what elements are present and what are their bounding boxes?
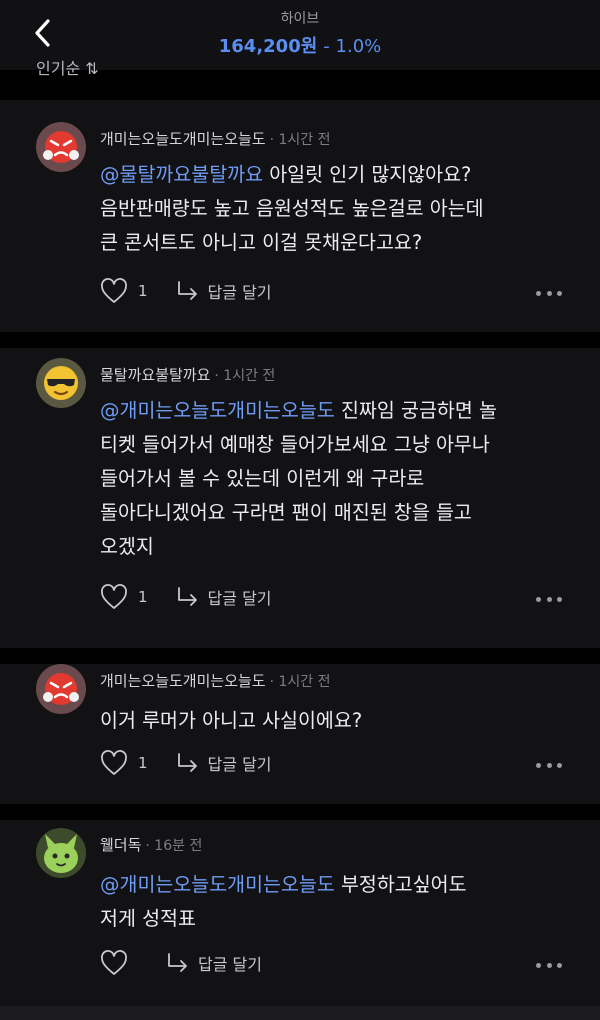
like-button[interactable]: 1 <box>100 750 148 776</box>
reply-button[interactable]: 답글 달기 <box>176 585 272 609</box>
comment-author[interactable]: 개미는오늘도개미는오늘도 · 1시간 전 <box>100 670 331 691</box>
divider <box>0 332 600 348</box>
reply-button[interactable]: 답글 달기 <box>176 279 272 303</box>
green-cat-avatar-icon <box>36 828 86 878</box>
comment-card: 물탈까요불탈까요 · 1시간 전 @개미는오늘도개미는오늘도 진짜임 궁금하면 놀… <box>0 348 600 648</box>
heart-icon <box>101 278 127 303</box>
stock-name: 하이브 <box>280 11 320 27</box>
more-dots-icon <box>536 290 541 296</box>
reply-label: 답글 달기 <box>207 283 272 302</box>
like-button[interactable]: 1 <box>100 584 148 610</box>
comment-actions: 1 답글 달기 <box>100 582 272 612</box>
more-options-button[interactable] <box>536 594 562 604</box>
reply-button[interactable]: 답글 달기 <box>176 751 272 775</box>
comment-author[interactable]: 개미는오늘도개미는오늘도 · 1시간 전 <box>100 128 331 149</box>
comment-time: · 1시간 전 <box>269 674 331 690</box>
like-button[interactable]: 1 <box>100 278 148 304</box>
like-button[interactable] <box>100 950 138 976</box>
more-dots-icon <box>536 762 541 768</box>
more-options-button[interactable] <box>536 288 562 298</box>
reply-arrow-icon <box>177 587 197 606</box>
mention-link[interactable]: @개미는오늘도개미는오늘도 <box>100 399 335 422</box>
author-name: 개미는오늘도개미는오늘도 <box>100 672 266 690</box>
divider <box>0 804 600 820</box>
reply-label: 답글 달기 <box>198 955 262 974</box>
stock-price-line: 164,200원 - 1.0% <box>0 32 600 58</box>
avatar[interactable] <box>36 664 86 714</box>
more-dots-icon <box>536 596 541 602</box>
avatar[interactable] <box>36 358 86 408</box>
author-name: 웰더독 <box>100 836 142 854</box>
angry-face-avatar-icon <box>36 664 86 714</box>
divider <box>0 648 600 664</box>
reply-button[interactable]: 답글 달기 <box>166 951 262 975</box>
more-options-button[interactable] <box>536 760 562 770</box>
comment-time: · 16분 전 <box>145 838 203 854</box>
reply-arrow-icon <box>177 753 197 772</box>
like-count: 1 <box>138 588 148 606</box>
sunglasses-face-avatar-icon <box>36 358 86 408</box>
reply-label: 답글 달기 <box>207 589 272 608</box>
reply-arrow-icon <box>168 953 187 972</box>
comment-time: · 1시간 전 <box>214 368 276 384</box>
heart-icon <box>101 584 127 609</box>
mention-link[interactable]: @물탈까요불탈까요 <box>100 163 263 186</box>
comment-body: @개미는오늘도개미는오늘도 진짜임 궁금하면 놀 티켓 들어가서 예매창 들어가… <box>100 399 497 558</box>
mention-link[interactable]: @개미는오늘도개미는오늘도 <box>100 873 335 896</box>
like-count: 1 <box>138 754 148 772</box>
comment-body: @개미는오늘도개미는오늘도 부정하고싶어도 저게 성적표 <box>100 873 467 930</box>
comment-actions: 1 답글 달기 <box>100 748 272 778</box>
heart-icon <box>101 750 127 775</box>
reply-label: 답글 달기 <box>207 755 272 774</box>
comment-actions: 답글 달기 <box>100 948 262 978</box>
bottom-bar <box>0 1006 600 1020</box>
avatar[interactable] <box>36 122 86 172</box>
author-name: 개미는오늘도개미는오늘도 <box>100 130 266 148</box>
heart-icon <box>101 950 127 975</box>
sort-toggle[interactable]: 인기순 ⇅ <box>36 58 156 80</box>
like-count: 1 <box>138 282 148 300</box>
angry-face-avatar-icon <box>36 122 86 172</box>
more-dots-icon <box>536 962 541 968</box>
reply-arrow-icon <box>177 281 197 300</box>
more-options-button[interactable] <box>536 960 562 970</box>
comment-card: 웰더독 · 16분 전 @개미는오늘도개미는오늘도 부정하고싶어도 저게 성적표 … <box>0 820 600 1006</box>
comment-author[interactable]: 웰더독 · 16분 전 <box>100 834 202 855</box>
comment-time: · 1시간 전 <box>269 132 331 148</box>
comment-body: 이거 루머가 아니고 사실이에요? <box>100 709 363 732</box>
stock-price: 164,200원 <box>218 36 318 57</box>
stock-change: - 1.0% <box>323 36 382 57</box>
comment-card: 개미는오늘도개미는오늘도 · 1시간 전 @물탈까요불탈까요 아일릿 인기 많지않… <box>0 100 600 332</box>
comment-card: 개미는오늘도개미는오늘도 · 1시간 전 이거 루머가 아니고 사실이에요? 1 … <box>0 664 600 804</box>
avatar[interactable] <box>36 828 86 878</box>
comment-author[interactable]: 물탈까요불탈까요 · 1시간 전 <box>100 364 275 385</box>
author-name: 물탈까요불탈까요 <box>100 366 211 384</box>
comment-body: @물탈까요불탈까요 아일릿 인기 많지않아요? 음반판매량도 높고 음원성적도 … <box>100 163 484 254</box>
comment-actions: 1 답글 달기 <box>100 276 272 306</box>
